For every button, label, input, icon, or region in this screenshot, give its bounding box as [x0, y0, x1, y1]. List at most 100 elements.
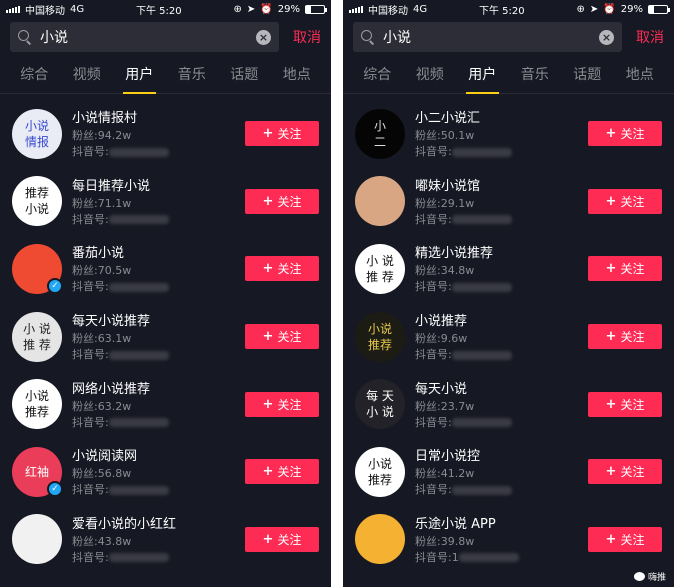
user-info: 番茄小说 粉丝:70.5w 抖音号: — [72, 242, 245, 295]
fans-count: 粉丝:29.1w — [415, 196, 475, 210]
follow-button[interactable]: + 关注 — [245, 526, 319, 552]
avatar[interactable]: 小 二 — [355, 108, 405, 159]
user-row[interactable]: 小说 推荐 日常小说控 粉丝:41.2w 抖音号: + 关注 — [343, 438, 674, 506]
user-name[interactable]: 每天小说 — [415, 378, 588, 397]
redacted-id — [108, 553, 169, 563]
user-name[interactable]: 嘟妹小说馆 — [415, 175, 588, 194]
user-list: 小说 情报 小说情报村 粉丝:94.2w 抖音号: + 关注 推荐 小说 每日推荐小说 粉丝:7… — [0, 94, 331, 573]
user-name[interactable]: 小说情报村 — [72, 107, 245, 126]
avatar[interactable]: 小说 推荐 — [355, 446, 405, 497]
status-bar: 中国移动 4G 下午 5:20 ⊕ ➤ ⏰ 29% — [343, 0, 674, 18]
account-id: 抖音号: — [72, 279, 245, 295]
user-row[interactable]: ✓ 番茄小说 粉丝:70.5w 抖音号: + 关注 — [0, 235, 331, 303]
tab-3[interactable]: 音乐 — [166, 56, 219, 94]
follow-button[interactable]: + 关注 — [245, 324, 319, 350]
redacted-id — [108, 147, 169, 157]
avatar[interactable]: 红袖 ✓ — [12, 446, 63, 497]
search-query[interactable]: 小说 — [40, 27, 248, 47]
follow-button[interactable]: + 关注 — [588, 121, 662, 147]
follow-button[interactable]: + 关注 — [245, 121, 319, 147]
follow-button[interactable]: + 关注 — [588, 526, 662, 552]
follow-label: 关注 — [277, 127, 302, 142]
tab-4[interactable]: 话题 — [561, 56, 614, 94]
user-row[interactable]: 推荐 小说 每日推荐小说 粉丝:71.1w 抖音号: + 关注 — [0, 168, 331, 236]
user-name[interactable]: 网络小说推荐 — [72, 378, 245, 397]
user-row[interactable]: 嘟妹小说馆粉丝:29.1w 抖音号: + 关注 — [343, 168, 674, 236]
search-query[interactable]: 小说 — [383, 27, 591, 47]
avatar[interactable]: 小 说 推 荐 — [355, 243, 405, 294]
follow-button[interactable]: + 关注 — [588, 324, 662, 350]
tab-1[interactable]: 视频 — [404, 56, 457, 94]
filter-tabs: 综合 视频 用户 音乐 话题 地点 — [343, 56, 674, 94]
user-row[interactable]: 每 天 小 说 每天小说 粉丝:23.7w 抖音号: + 关注 — [343, 370, 674, 438]
user-name[interactable]: 小说阅读网 — [72, 445, 245, 464]
alarm-icon: ⏰ — [260, 3, 273, 15]
user-name[interactable]: 每日推荐小说 — [72, 175, 245, 194]
follow-button[interactable]: + 关注 — [245, 188, 319, 214]
tab-5[interactable]: 地点 — [271, 56, 324, 94]
clear-icon[interactable]: × — [256, 29, 271, 45]
user-name[interactable]: 小二小说汇 — [415, 107, 588, 126]
follow-label: 关注 — [620, 330, 645, 345]
user-info: 小说阅读网 粉丝:56.8w 抖音号: — [72, 445, 245, 498]
user-row[interactable]: 小 说 推 荐 每天小说推荐 粉丝:63.1w 抖音号: + 关注 — [0, 303, 331, 371]
watermark: 嗨推 — [633, 570, 666, 583]
tab-2[interactable]: 用户 — [113, 56, 166, 94]
account-id-label: 抖音号: — [415, 212, 452, 226]
search-input[interactable]: 小说 × — [353, 22, 622, 52]
avatar[interactable] — [12, 514, 62, 565]
follow-button[interactable]: + 关注 — [588, 188, 662, 214]
cancel-button[interactable]: 取消 — [293, 27, 321, 47]
user-row[interactable]: 小 二 小二小说汇 粉丝:50.1w 抖音号: + 关注 — [343, 100, 674, 168]
search-input[interactable]: 小说 × — [10, 22, 279, 52]
battery-percent: 29% — [277, 3, 300, 15]
battery-fill — [648, 5, 655, 13]
redacted-id — [451, 147, 512, 157]
tab-3[interactable]: 音乐 — [509, 56, 562, 94]
follow-button[interactable]: + 关注 — [245, 256, 319, 282]
user-name[interactable]: 每天小说推荐 — [72, 310, 245, 329]
avatar[interactable] — [355, 176, 405, 227]
avatar[interactable]: ✓ — [12, 243, 63, 294]
avatar[interactable]: 小说 推荐 — [355, 311, 405, 362]
avatar[interactable]: 推荐 小说 — [12, 176, 62, 227]
user-row[interactable]: 爱看小说的小红红 粉丝:43.8w 抖音号: + 关注 — [0, 506, 331, 574]
avatar[interactable]: 小 说 推 荐 — [12, 311, 62, 362]
user-row[interactable]: 小说 推荐 网络小说推荐 粉丝:63.2w 抖音号: + 关注 — [0, 370, 331, 438]
avatar[interactable] — [355, 514, 405, 565]
status-right: ⊕ ➤ ⏰ 29% — [577, 4, 670, 15]
clear-icon[interactable]: × — [599, 29, 614, 45]
user-name[interactable]: 日常小说控 — [415, 445, 588, 464]
user-row[interactable]: 乐途小说 APP 粉丝:39.8w 抖音号:1 + 关注 — [343, 506, 674, 574]
follow-button[interactable]: + 关注 — [245, 459, 319, 485]
tab-0[interactable]: 综合 — [8, 56, 61, 94]
user-name[interactable]: 小说推荐 — [415, 310, 588, 329]
tab-2[interactable]: 用户 — [456, 56, 509, 94]
tab-0[interactable]: 综合 — [351, 56, 404, 94]
tab-5[interactable]: 地点 — [614, 56, 667, 94]
search-icon — [361, 30, 375, 44]
user-row[interactable]: 小说 推荐 小说推荐 粉丝:9.6w 抖音号: + 关注 — [343, 303, 674, 371]
follow-button[interactable]: + 关注 — [588, 459, 662, 485]
tab-4[interactable]: 话题 — [218, 56, 271, 94]
plus-icon: + — [262, 193, 274, 209]
avatar-text: 小说 推荐 — [367, 321, 392, 352]
verified-icon: ✓ — [47, 480, 63, 497]
avatar[interactable]: 小说 情报 — [12, 108, 62, 159]
user-name[interactable]: 爱看小说的小红红 — [72, 513, 245, 532]
account-id-label: 抖音号: — [415, 483, 452, 497]
user-name[interactable]: 番茄小说 — [72, 242, 245, 261]
avatar[interactable]: 每 天 小 说 — [355, 379, 405, 430]
user-row[interactable]: 小 说 推 荐 精选小说推荐 粉丝:34.8w 抖音号: + 关注 — [343, 235, 674, 303]
follow-button[interactable]: + 关注 — [588, 391, 662, 417]
cancel-button[interactable]: 取消 — [636, 27, 664, 47]
avatar[interactable]: 小说 推荐 — [12, 379, 62, 430]
user-name[interactable]: 精选小说推荐 — [415, 242, 588, 261]
tab-1[interactable]: 视频 — [61, 56, 114, 94]
follow-button[interactable]: + 关注 — [588, 256, 662, 282]
user-name[interactable]: 乐途小说 APP — [415, 513, 588, 532]
follow-button[interactable]: + 关注 — [245, 391, 319, 417]
user-row[interactable]: 红袖 ✓ 小说阅读网 粉丝:56.8w 抖音号: + 关注 — [0, 438, 331, 506]
user-row[interactable]: 小说 情报 小说情报村 粉丝:94.2w 抖音号: + 关注 — [0, 100, 331, 168]
redacted-id — [451, 350, 512, 360]
